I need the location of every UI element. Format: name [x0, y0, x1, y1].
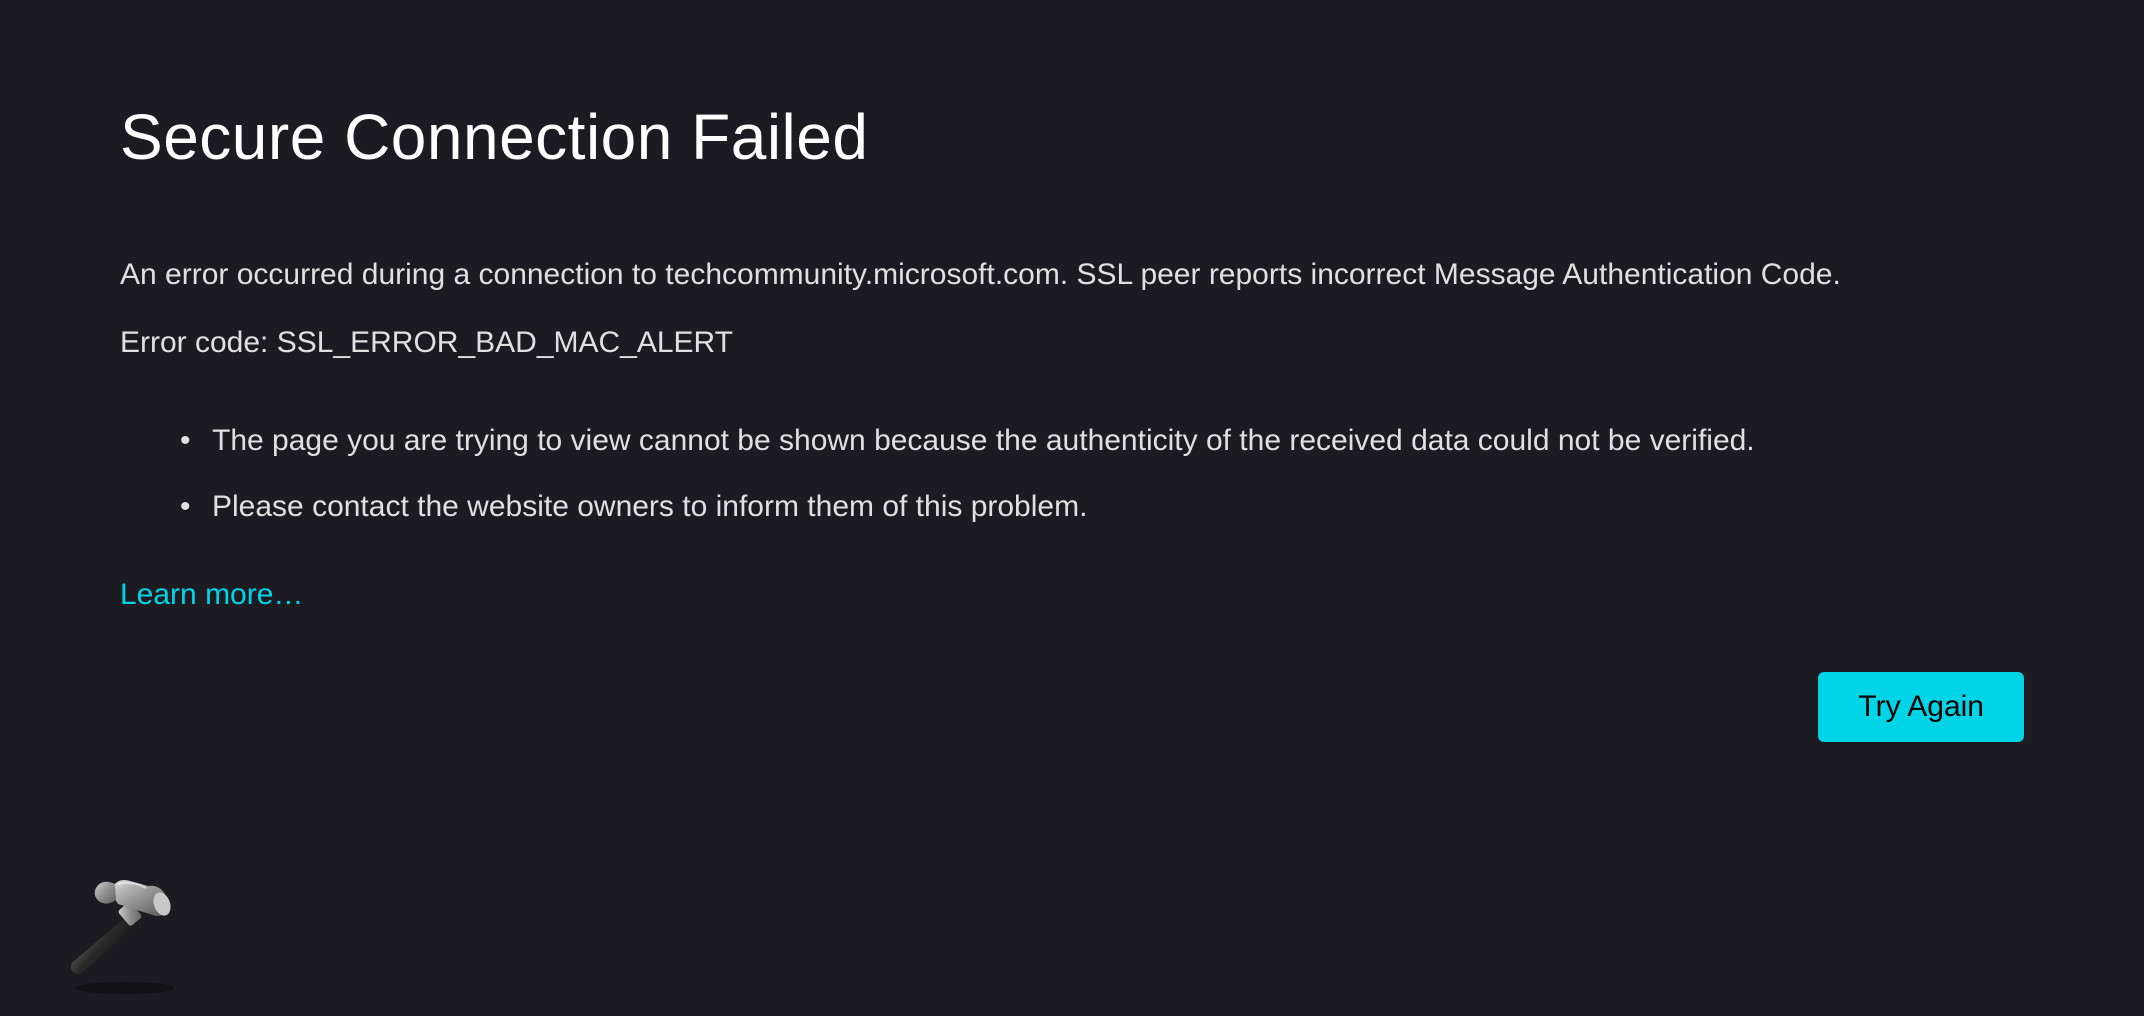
list-item: The page you are trying to view cannot b…: [180, 420, 2024, 462]
try-again-button[interactable]: Try Again: [1818, 672, 2024, 742]
list-item: Please contact the website owners to inf…: [180, 486, 2024, 528]
learn-more-link[interactable]: Learn more…: [120, 578, 303, 611]
error-page-container: Secure Connection Failed An error occurr…: [0, 0, 2144, 612]
error-code: Error code: SSL_ERROR_BAD_MAC_ALERT: [120, 326, 2024, 360]
error-details-list: The page you are trying to view cannot b…: [120, 420, 2024, 528]
button-row: Try Again: [0, 672, 2144, 742]
page-title: Secure Connection Failed: [120, 100, 2024, 174]
error-description: An error occurred during a connection to…: [120, 254, 2024, 296]
hammer-icon: [60, 866, 190, 996]
